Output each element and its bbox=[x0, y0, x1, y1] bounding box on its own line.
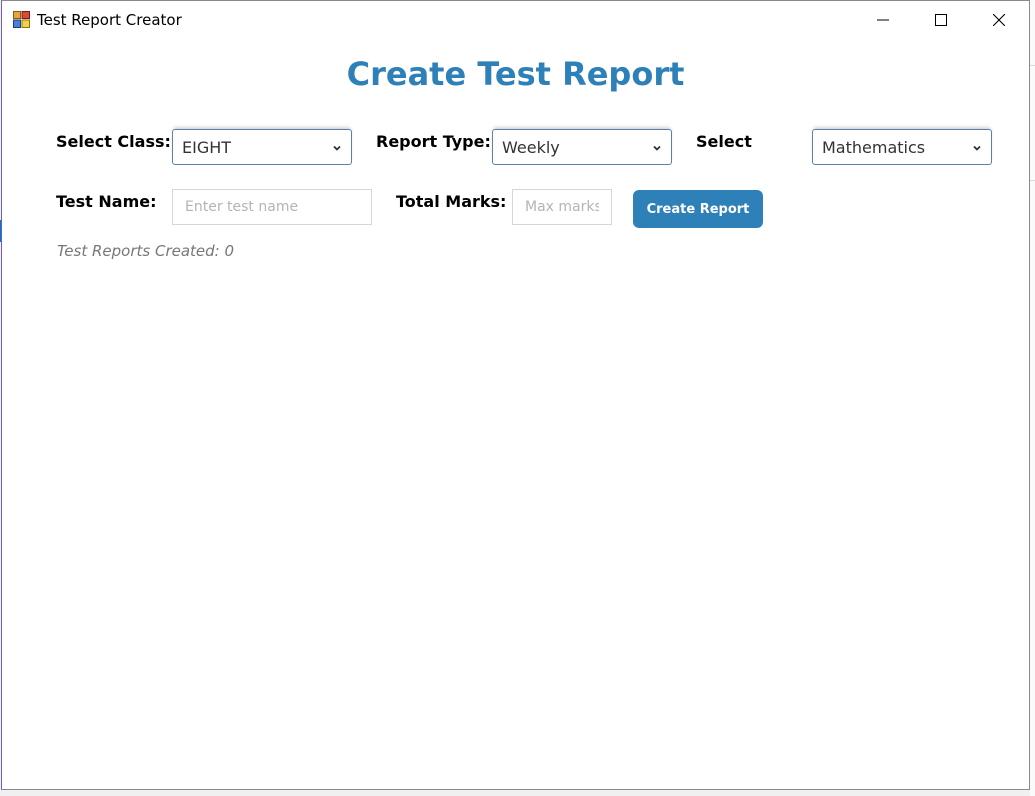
select-subject-label: Select bbox=[696, 132, 752, 151]
total-marks-input[interactable] bbox=[512, 189, 612, 225]
chevron-down-icon bbox=[973, 145, 981, 151]
page-title: Create Test Report bbox=[346, 55, 685, 93]
class-select[interactable]: EIGHT bbox=[172, 129, 352, 165]
title-bar[interactable]: Test Report Creator bbox=[2, 1, 1029, 39]
maximize-button[interactable] bbox=[912, 1, 970, 39]
report-type-select-value: Weekly bbox=[502, 138, 560, 157]
class-select-value: EIGHT bbox=[182, 138, 232, 157]
app-window: Test Report Creator Create Test Report S… bbox=[1, 0, 1030, 790]
report-type-label: Report Type: bbox=[376, 132, 491, 151]
close-icon bbox=[993, 14, 1005, 26]
chevron-down-icon bbox=[333, 145, 341, 151]
test-name-input[interactable] bbox=[172, 189, 372, 225]
total-marks-label: Total Marks: bbox=[396, 192, 507, 211]
maximize-icon bbox=[935, 14, 947, 26]
report-type-select[interactable]: Weekly bbox=[492, 129, 672, 165]
minimize-icon bbox=[877, 19, 889, 21]
app-icon bbox=[13, 11, 30, 28]
background-app-edge bbox=[1030, 0, 1035, 796]
subject-select-value: Mathematics bbox=[822, 138, 926, 157]
minimize-button[interactable] bbox=[854, 1, 912, 39]
test-name-label: Test Name: bbox=[56, 192, 157, 211]
window-title: Test Report Creator bbox=[37, 11, 182, 29]
reports-created-status: Test Reports Created: 0 bbox=[57, 242, 235, 260]
chevron-down-icon bbox=[653, 145, 661, 151]
select-class-label: Select Class: bbox=[56, 132, 171, 151]
close-button[interactable] bbox=[970, 1, 1028, 39]
create-report-button[interactable]: Create Report bbox=[633, 190, 763, 228]
subject-select[interactable]: Mathematics bbox=[812, 129, 992, 165]
